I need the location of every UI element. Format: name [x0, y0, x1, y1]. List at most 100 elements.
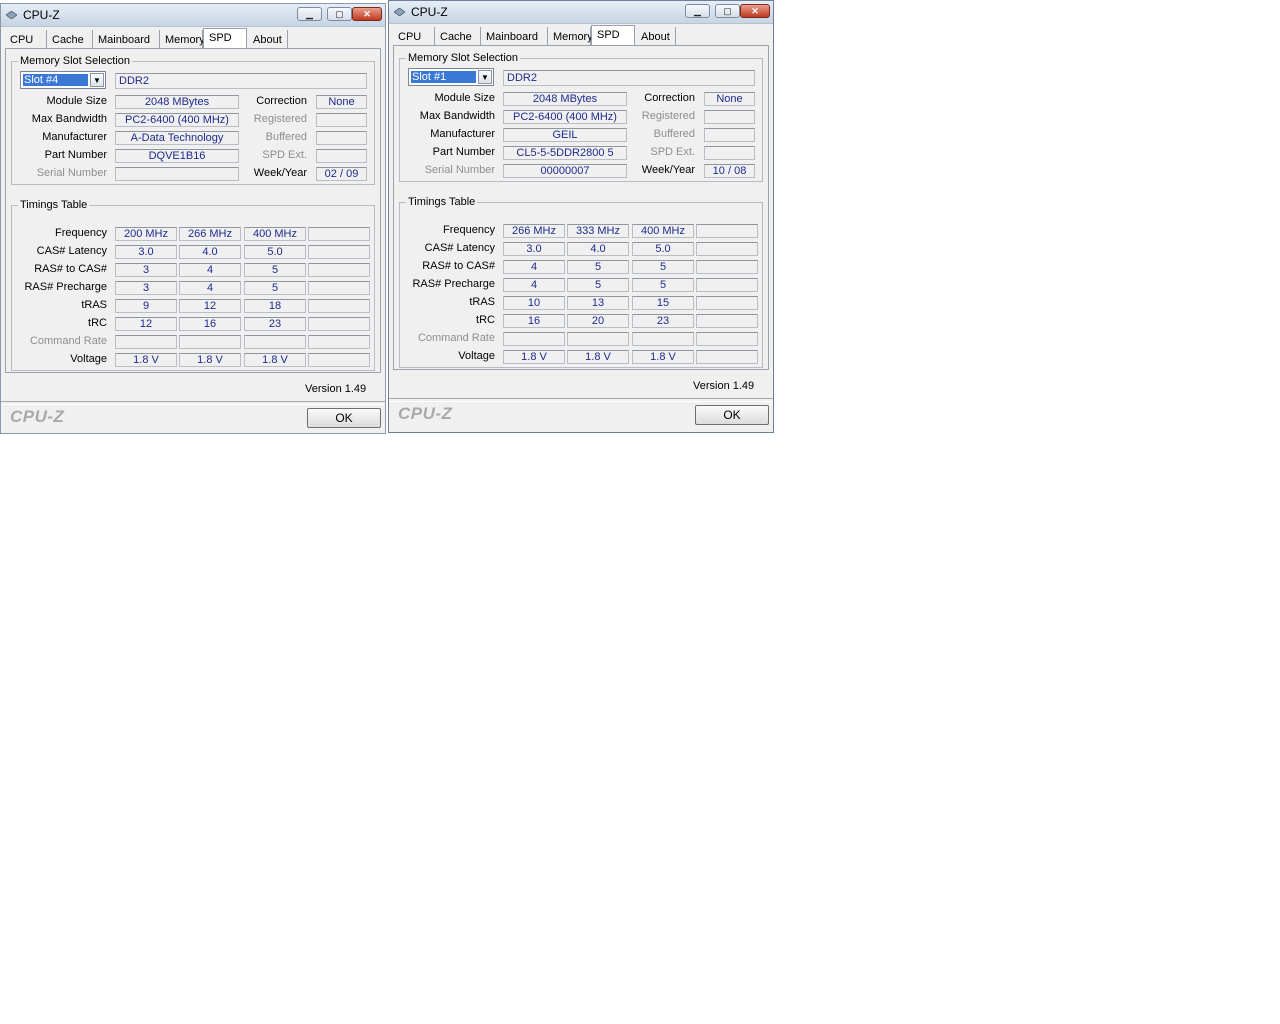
- timing-cell: [696, 314, 758, 328]
- maximize-icon[interactable]: ▢: [327, 7, 352, 21]
- timing-cell: 15: [632, 296, 694, 310]
- cpuz-window-right: CPU-Z ▁ ▢ ✕ CPU Cache Mainboard Memory SPD About M…: [388, 0, 774, 433]
- tab-cache[interactable]: Cache: [47, 30, 93, 48]
- chevron-down-icon[interactable]: ▼: [90, 73, 104, 87]
- timing-cell: 200 MHz: [115, 227, 177, 241]
- app-icon: [5, 10, 18, 20]
- tab-mainboard[interactable]: Mainboard: [481, 27, 548, 45]
- tab-memory[interactable]: Memory: [160, 30, 205, 48]
- timing-cell: [308, 335, 370, 349]
- week-year-label: Week/Year: [253, 167, 307, 179]
- timing-row-label: tRC: [476, 314, 495, 326]
- memory-slot-selection-group: Memory Slot Selection Slot #1 ▼ DDR2 Module …: [399, 52, 763, 182]
- timing-cell: [503, 332, 565, 346]
- spd-ext-value: [316, 149, 367, 163]
- tab-mainboard[interactable]: Mainboard: [93, 30, 160, 48]
- timing-cell: 1.8 V: [632, 350, 694, 364]
- title-bar[interactable]: CPU-Z ▁ ▢ ✕: [389, 1, 773, 24]
- timing-cell: 18: [244, 299, 306, 313]
- serial-number-label: Serial Number: [36, 167, 107, 179]
- timings-table-group: Timings Table Frequency 200 MHz 266 MHz 400 …: [11, 199, 375, 371]
- timing-row-label: RAS# Precharge: [412, 278, 495, 290]
- chevron-down-icon[interactable]: ▼: [478, 70, 492, 84]
- timing-row-label: Command Rate: [417, 332, 495, 344]
- window-title: CPU-Z: [411, 5, 448, 19]
- timing-row-label: CAS# Latency: [36, 245, 107, 257]
- tab-cpu[interactable]: CPU: [5, 30, 47, 48]
- memory-slot-selection-group: Memory Slot Selection Slot #4 ▼ DDR2 Module …: [11, 55, 375, 185]
- timing-cell: 400 MHz: [244, 227, 306, 241]
- timing-cell: [179, 335, 241, 349]
- timing-row-label: Voltage: [70, 353, 107, 365]
- timings-table-group: Timings Table Frequency 266 MHz 333 MHz 400 …: [399, 196, 763, 368]
- timing-cell: [696, 332, 758, 346]
- serial-number-value: [115, 167, 239, 181]
- timing-cell: 1.8 V: [503, 350, 565, 364]
- timing-cell: [696, 278, 758, 292]
- tab-memory[interactable]: Memory: [548, 27, 593, 45]
- timing-cell: 5: [244, 263, 306, 277]
- timing-cell: 1.8 V: [567, 350, 629, 364]
- group-title: Memory Slot Selection: [18, 55, 133, 67]
- registered-label: Registered: [253, 113, 307, 125]
- footer-divider: [389, 398, 773, 402]
- version-label: Version 1.49: [305, 383, 367, 395]
- spd-tab-panel: Memory Slot Selection Slot #4 ▼ DDR2 Module …: [5, 48, 381, 373]
- correction-value: None: [704, 92, 755, 106]
- title-bar[interactable]: CPU-Z ▁ ▢ ✕: [1, 4, 385, 27]
- timing-cell: [696, 224, 758, 238]
- timing-cell: 3: [115, 263, 177, 277]
- timing-row-label: Command Rate: [29, 335, 107, 347]
- spd-ext-value: [704, 146, 755, 160]
- close-icon[interactable]: ✕: [352, 7, 382, 21]
- timing-cell: 266 MHz: [179, 227, 241, 241]
- timing-cell: [567, 332, 629, 346]
- tab-about[interactable]: About: [636, 27, 676, 45]
- window-title: CPU-Z: [23, 8, 60, 22]
- timing-cell: [308, 263, 370, 277]
- timing-cell: [308, 317, 370, 331]
- group-title: Timings Table: [406, 196, 478, 208]
- tab-spd[interactable]: SPD: [591, 25, 635, 46]
- tab-cpu[interactable]: CPU: [393, 27, 435, 45]
- timing-cell: [696, 350, 758, 364]
- minimize-icon[interactable]: ▁: [685, 4, 710, 18]
- slot-select[interactable]: Slot #1 ▼: [408, 68, 494, 86]
- timing-cell: [115, 335, 177, 349]
- tab-spd[interactable]: SPD: [203, 28, 247, 49]
- ok-button[interactable]: OK: [307, 408, 381, 428]
- timing-cell: [308, 299, 370, 313]
- max-bandwidth-value: PC2-6400 (400 MHz): [115, 113, 239, 127]
- part-number-label: Part Number: [432, 146, 495, 158]
- timing-cell: [308, 281, 370, 295]
- cpuz-logo: CPU-Z: [398, 404, 453, 423]
- ok-button[interactable]: OK: [695, 405, 769, 425]
- close-icon[interactable]: ✕: [740, 4, 770, 18]
- manufacturer-value: A-Data Technology: [115, 131, 239, 145]
- timing-cell: [308, 227, 370, 241]
- timing-cell: 4: [503, 260, 565, 274]
- timing-cell: 4: [179, 263, 241, 277]
- part-number-label: Part Number: [44, 149, 107, 161]
- timing-cell: [308, 353, 370, 367]
- registered-value: [316, 113, 367, 127]
- week-year-value: 10 / 08: [704, 164, 755, 178]
- tab-cache[interactable]: Cache: [435, 27, 481, 45]
- slot-select[interactable]: Slot #4 ▼: [20, 71, 106, 89]
- timing-cell: 5.0: [244, 245, 306, 259]
- timing-cell: 12: [179, 299, 241, 313]
- timing-cell: 400 MHz: [632, 224, 694, 238]
- timing-cell: 4.0: [179, 245, 241, 259]
- timing-cell: [696, 242, 758, 256]
- correction-label: Correction: [644, 92, 695, 104]
- spd-ext-label: SPD Ext.: [650, 146, 695, 158]
- timing-cell: 4.0: [567, 242, 629, 256]
- minimize-icon[interactable]: ▁: [297, 7, 322, 21]
- timing-cell: 12: [115, 317, 177, 331]
- part-number-value: DQVE1B16: [115, 149, 239, 163]
- module-size-label: Module Size: [434, 92, 495, 104]
- tab-about[interactable]: About: [248, 30, 288, 48]
- timing-row-label: RAS# to CAS#: [34, 263, 107, 275]
- cpuz-logo: CPU-Z: [10, 407, 65, 426]
- maximize-icon[interactable]: ▢: [715, 4, 740, 18]
